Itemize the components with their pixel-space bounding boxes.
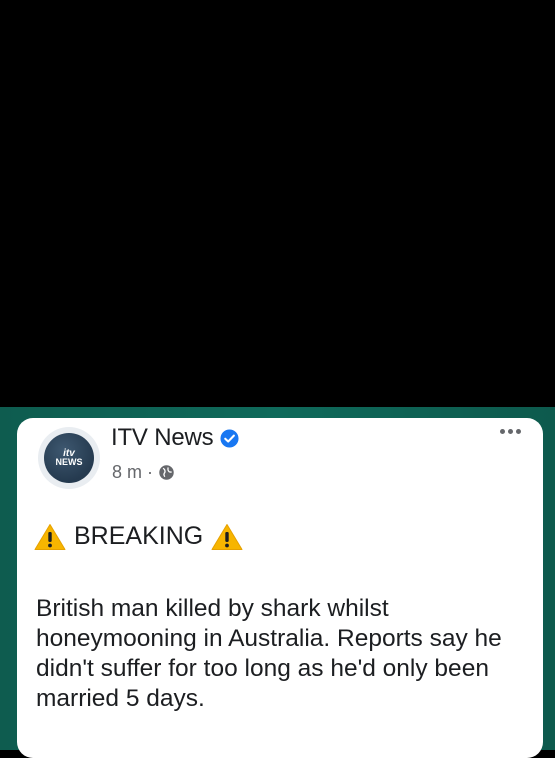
warning-icon xyxy=(211,523,243,550)
meta-separator: · xyxy=(147,462,154,482)
page-avatar[interactable]: itv NEWS xyxy=(38,427,100,489)
post-body-text: British man killed by shark whilst honey… xyxy=(36,595,502,712)
itv-news-logo: itv NEWS xyxy=(44,433,94,483)
page-name-link[interactable]: ITV News xyxy=(111,424,214,452)
globe-icon xyxy=(159,465,174,480)
more-options-icon[interactable] xyxy=(500,429,521,434)
breaking-label: BREAKING xyxy=(74,522,204,550)
verified-badge-icon xyxy=(220,429,239,448)
post-timestamp[interactable]: 8 m xyxy=(112,462,142,483)
breaking-line: BREAKING xyxy=(34,522,243,551)
black-background xyxy=(0,0,555,407)
warning-icon xyxy=(34,523,66,550)
post-meta: 8 m · xyxy=(112,462,175,483)
